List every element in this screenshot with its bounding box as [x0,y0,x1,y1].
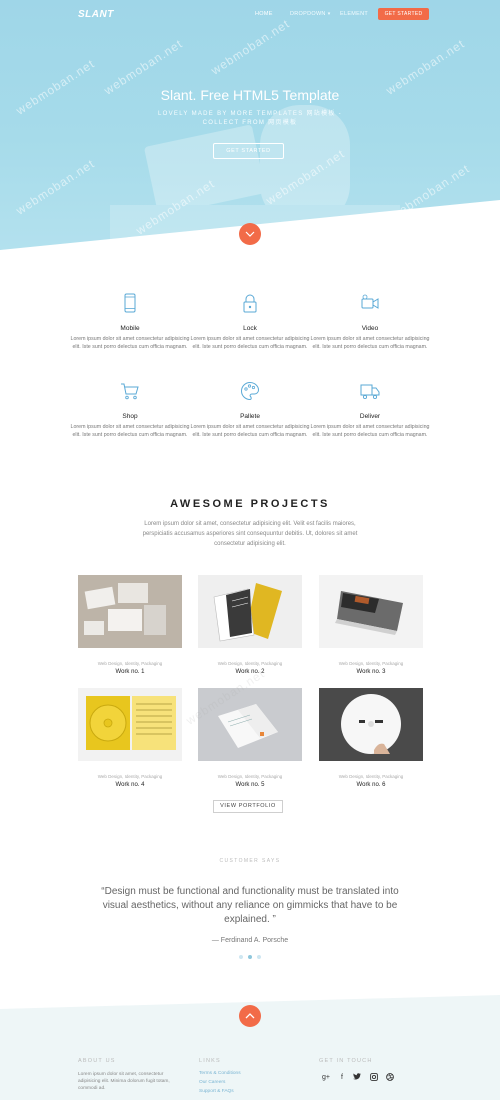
project-name: Work no. 6 [356,782,386,788]
footer-link-terms[interactable]: Terms & Conditions [199,1071,241,1076]
service-title: Video [361,325,379,332]
footer-links-heading: LINKS [199,1058,221,1064]
service-mobile: Mobile Lorem ipsum dolor sit amet consec… [70,293,190,351]
service-text: Lorem ipsum dolor sit amet consectetur a… [310,424,430,438]
nav-item-element[interactable]: ELEMENT [340,11,368,17]
nav-item-home[interactable]: HOME [255,11,273,17]
nav-item-dropdown-label: DROPDOWN [290,11,326,17]
project-category: Web Design, Identity, Packaging [97,661,163,666]
view-portfolio-button[interactable]: VIEW PORTFOLIO [213,800,283,813]
nav-item-dropdown[interactable]: DROPDOWN ▾ [290,11,331,17]
projects-title: AWESOME PROJECTS [170,498,330,510]
footer-about-heading: ABOUT US [78,1058,116,1064]
back-to-top-button[interactable] [239,1005,261,1027]
chevron-up-icon [245,1013,255,1019]
shopping-cart-icon [121,383,139,400]
service-pallete: Pallete Lorem ipsum dolor sit amet conse… [190,381,310,439]
video-camera-icon [361,294,379,309]
truck-icon [360,384,380,400]
service-title: Mobile [120,325,140,332]
project-thumbnail[interactable] [78,575,182,648]
hero-subtitle: LOVELY MADE BY MORE TEMPLATES 网站模板 - COL… [158,111,342,126]
project-card[interactable]: Web Design, Identity, Packaging Work no.… [198,575,302,675]
instagram-icon[interactable] [369,1073,379,1083]
project-thumbnail[interactable] [319,688,423,761]
project-name: Work no. 3 [356,669,386,675]
facebook-icon[interactable]: f [337,1073,347,1083]
service-video: Video Lorem ipsum dolor sit amet consect… [310,293,430,351]
testimonial-quote: “Design must be functional and functiona… [101,886,399,925]
carousel-dot[interactable] [257,955,261,959]
project-card[interactable]: Web Design, Identity, Packaging Work no.… [319,575,423,675]
project-name: Work no. 4 [115,782,145,788]
project-card[interactable]: Web Design, Identity, Packaging Work no.… [78,575,182,675]
nav-get-started-button[interactable]: GET STARTED [378,8,429,20]
service-text: Lorem ipsum dolor sit amet consectetur a… [190,336,310,350]
service-text: Lorem ipsum dolor sit amet consectetur a… [310,336,430,350]
service-shop: Shop Lorem ipsum dolor sit amet consecte… [70,381,190,439]
twitter-icon[interactable] [352,1073,362,1083]
carousel-dot[interactable] [239,955,243,959]
footer-about-text: Lorem ipsum dolor sit amet, consectetur … [78,1072,170,1091]
carousel-dot-active[interactable] [248,955,252,959]
project-category: Web Design, Identity, Packaging [338,661,404,666]
google-plus-icon[interactable]: g+ [321,1073,331,1083]
footer-link-support[interactable]: Support & FAQs [199,1089,234,1094]
project-name: Work no. 1 [115,669,145,675]
project-category: Web Design, Identity, Packaging [97,774,163,779]
project-thumbnail[interactable] [198,575,302,648]
dribbble-icon[interactable] [385,1073,395,1083]
project-card[interactable]: Web Design, Identity, Packaging Work no.… [78,688,182,788]
hero-title: Slant. Free HTML5 Template [160,87,340,103]
lock-icon [243,294,257,313]
project-card[interactable]: Web Design, Identity, Packaging Work no.… [319,688,423,788]
project-category: Web Design, Identity, Packaging [338,774,404,779]
palette-icon [241,381,260,401]
chevron-down-icon: ▾ [327,11,331,17]
mobile-icon [124,293,136,313]
site-logo[interactable]: SLANT [78,9,114,20]
hero-get-started-button[interactable]: GET STARTED [213,143,284,159]
service-text: Lorem ipsum dolor sit amet consectetur a… [190,424,310,438]
service-title: Deliver [359,413,381,420]
chevron-wave-icon [245,231,255,237]
testimonial-eyebrow: CUSTOMER SAYS [219,858,281,864]
footer-touch-heading: GET IN TOUCH [319,1058,373,1064]
service-title: Shop [122,413,138,420]
service-text: Lorem ipsum dolor sit amet consectetur a… [70,336,190,350]
scroll-down-button[interactable] [239,223,261,245]
service-title: Lock [243,325,257,332]
top-navbar: SLANT HOME DROPDOWN ▾ ELEMENT GET STARTED [0,0,500,30]
project-thumbnail[interactable] [319,575,423,648]
service-lock: Lock Lorem ipsum dolor sit amet consecte… [190,293,310,351]
testimonial-author: — Ferdinand A. Porsche [211,937,289,944]
footer-link-careers[interactable]: Our Careers [199,1080,225,1085]
service-deliver: Deliver Lorem ipsum dolor sit amet conse… [310,381,430,439]
projects-intro: Lorem ipsum dolor sit amet, consectetur … [142,521,358,547]
carousel-dots [238,955,262,961]
project-name: Work no. 5 [235,782,265,788]
project-category: Web Design, Identity, Packaging [217,774,283,779]
service-title: Pallete [240,413,260,420]
project-thumbnail[interactable] [78,688,182,761]
service-text: Lorem ipsum dolor sit amet consectetur a… [70,424,190,438]
project-category: Web Design, Identity, Packaging [217,661,283,666]
